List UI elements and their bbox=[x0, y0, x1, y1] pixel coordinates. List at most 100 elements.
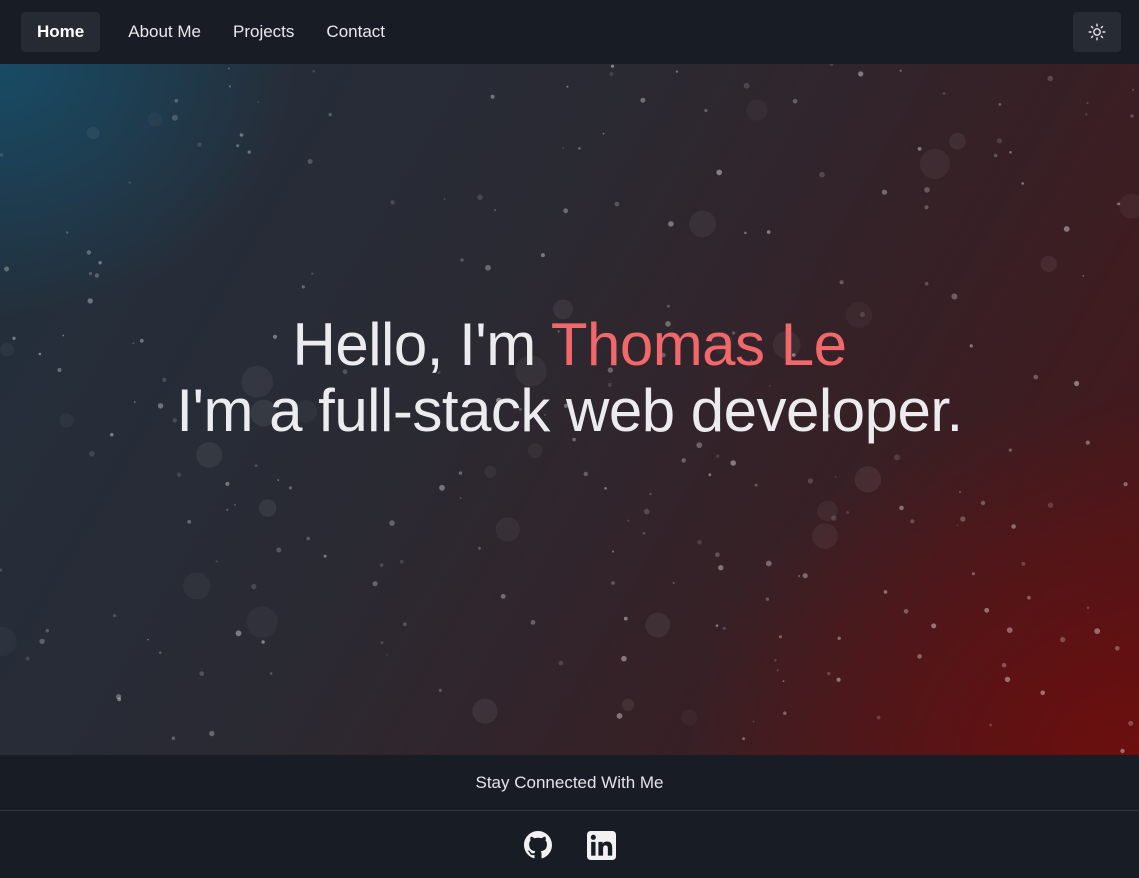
particle bbox=[798, 575, 801, 577]
particle bbox=[837, 636, 841, 640]
particle bbox=[1063, 226, 1070, 232]
particle bbox=[438, 688, 442, 692]
particle bbox=[917, 654, 922, 659]
particle bbox=[854, 466, 882, 493]
particle bbox=[500, 594, 506, 599]
particle bbox=[25, 656, 30, 661]
particle bbox=[894, 454, 901, 461]
particle bbox=[1047, 502, 1054, 508]
particle bbox=[622, 698, 635, 712]
particle bbox=[1004, 676, 1011, 683]
particle bbox=[942, 92, 946, 95]
github-link[interactable] bbox=[523, 830, 553, 860]
particle bbox=[0, 153, 4, 157]
particle bbox=[956, 524, 959, 527]
particle bbox=[1011, 524, 1016, 529]
particle bbox=[708, 473, 712, 477]
particle bbox=[439, 484, 445, 491]
particle bbox=[666, 304, 670, 308]
particle bbox=[792, 98, 798, 104]
nav-contact[interactable]: Contact bbox=[310, 12, 401, 52]
particle bbox=[715, 454, 720, 458]
hero-greeting-line: Hello, I'm Thomas Le bbox=[0, 312, 1139, 378]
particle bbox=[66, 231, 69, 234]
particle bbox=[530, 620, 536, 625]
particle bbox=[472, 698, 498, 724]
particle bbox=[802, 573, 808, 579]
particle bbox=[640, 97, 646, 103]
particle bbox=[87, 298, 93, 304]
particle bbox=[614, 201, 620, 207]
particle bbox=[269, 672, 273, 675]
particle bbox=[681, 458, 686, 463]
particle bbox=[776, 669, 779, 672]
particle bbox=[765, 560, 772, 567]
particle bbox=[443, 198, 446, 200]
particle bbox=[0, 568, 2, 572]
nav-about-me[interactable]: About Me bbox=[112, 12, 217, 52]
particle bbox=[746, 100, 767, 121]
particle bbox=[609, 72, 614, 76]
particle bbox=[477, 194, 483, 201]
social-links bbox=[0, 812, 1139, 878]
particle bbox=[209, 730, 215, 737]
particle bbox=[883, 590, 888, 594]
particle bbox=[254, 464, 258, 467]
particle bbox=[989, 723, 992, 727]
particle bbox=[627, 519, 630, 522]
particle bbox=[774, 659, 777, 662]
particle bbox=[993, 153, 998, 158]
particle bbox=[247, 150, 251, 154]
particle bbox=[697, 539, 702, 545]
particle bbox=[251, 584, 257, 590]
particle bbox=[643, 508, 650, 515]
particle bbox=[611, 581, 615, 585]
particle bbox=[917, 147, 922, 151]
particle bbox=[931, 623, 937, 629]
particle bbox=[1040, 255, 1057, 272]
theme-toggle-button[interactable] bbox=[1073, 12, 1121, 52]
particle bbox=[328, 113, 332, 117]
particle bbox=[924, 205, 929, 210]
particle bbox=[306, 536, 311, 541]
particle bbox=[715, 624, 719, 627]
particle bbox=[672, 581, 675, 585]
particle bbox=[1117, 202, 1121, 206]
particle bbox=[742, 737, 746, 741]
particle bbox=[846, 511, 849, 514]
github-icon bbox=[523, 831, 552, 859]
particle bbox=[1060, 636, 1066, 643]
nav-home[interactable]: Home bbox=[21, 12, 101, 52]
particle bbox=[113, 614, 117, 618]
particle bbox=[621, 655, 627, 662]
particle bbox=[379, 563, 384, 567]
particle bbox=[583, 471, 588, 477]
particle bbox=[459, 497, 462, 499]
particle bbox=[960, 516, 966, 522]
particle bbox=[261, 640, 265, 644]
nav-projects[interactable]: Projects bbox=[217, 12, 310, 52]
sun-icon bbox=[1088, 23, 1106, 41]
particle bbox=[485, 264, 491, 271]
particle bbox=[478, 546, 481, 550]
particle bbox=[1021, 561, 1026, 566]
particle bbox=[276, 547, 282, 553]
particle bbox=[1115, 646, 1120, 651]
particle bbox=[562, 147, 565, 150]
particle bbox=[836, 677, 841, 682]
particle bbox=[831, 515, 837, 521]
particle bbox=[1021, 182, 1024, 185]
linkedin-link[interactable] bbox=[587, 830, 617, 860]
particle bbox=[924, 187, 930, 193]
particle bbox=[716, 169, 722, 176]
particle bbox=[1001, 662, 1007, 668]
hero-greeting: Hello, I'm bbox=[292, 311, 537, 378]
particle bbox=[1123, 482, 1128, 487]
particle bbox=[386, 654, 389, 656]
particle bbox=[616, 713, 623, 719]
particle bbox=[718, 565, 724, 571]
particle bbox=[225, 481, 230, 486]
particle bbox=[89, 451, 95, 457]
particle bbox=[86, 250, 92, 255]
particle bbox=[176, 472, 182, 477]
